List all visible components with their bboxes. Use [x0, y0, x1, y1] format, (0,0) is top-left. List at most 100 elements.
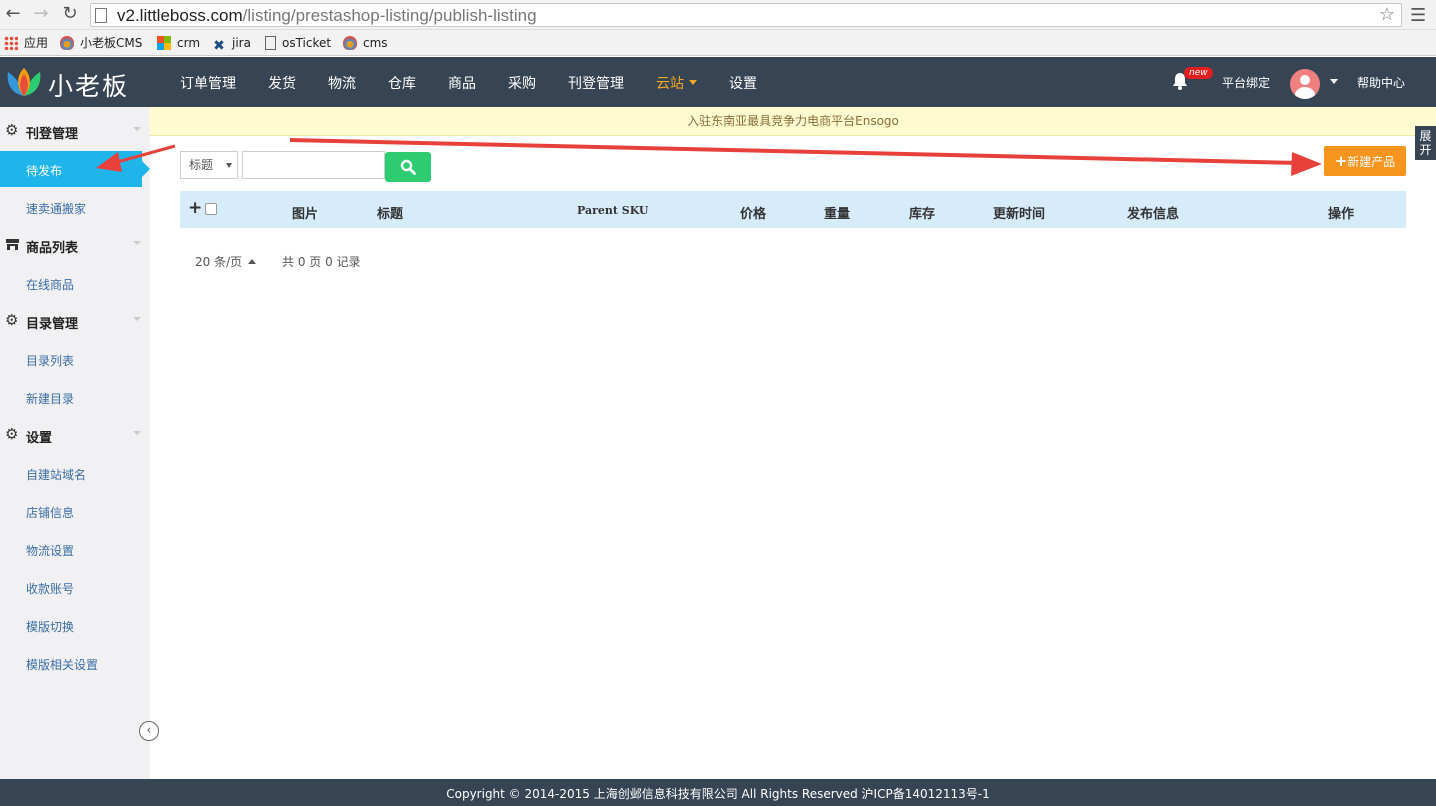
sidebar-item-label: 在线商品: [26, 278, 75, 292]
pagination-summary: 共 0 页 0 记录: [282, 255, 361, 269]
gear-icon: ⚙: [5, 425, 19, 443]
sidebar-item-custom-domain[interactable]: 自建站域名: [0, 455, 150, 491]
nav-cloud-site[interactable]: 云站: [656, 73, 697, 93]
avatar[interactable]: [1290, 69, 1320, 99]
select-all-checkbox[interactable]: [205, 203, 217, 215]
sidebar-item-catalog-list[interactable]: 目录列表: [0, 341, 150, 377]
logo-text[interactable]: 小老板: [48, 67, 129, 103]
nav-warehouse[interactable]: 仓库: [388, 73, 416, 93]
bookmark-apps[interactable]: 应用: [4, 35, 48, 51]
chevron-down-icon: [133, 241, 141, 245]
reload-icon[interactable]: ↻: [60, 4, 80, 24]
search-button[interactable]: [385, 152, 431, 182]
search-icon: [400, 159, 416, 175]
sidebar-item-new-catalog[interactable]: 新建目录: [0, 379, 150, 415]
column-header-actions: 操作: [1328, 207, 1355, 222]
chevron-down-icon: [133, 431, 141, 435]
search-field-select[interactable]: 标题: [180, 151, 238, 179]
nav-listing-management[interactable]: 刊登管理: [568, 73, 624, 93]
store-icon: [6, 239, 19, 250]
new-product-button[interactable]: +新建产品: [1324, 146, 1406, 176]
help-center-link[interactable]: 帮助中心: [1357, 74, 1405, 91]
sidebar: ⚙ 刊登管理 待发布 速卖通搬家 商品列表 在线商品 ⚙ 目录管理 目录列表 新…: [0, 107, 150, 779]
sidebar-item-logistics-settings[interactable]: 物流设置: [0, 531, 150, 567]
back-icon[interactable]: ←: [3, 4, 23, 24]
column-header-stock: 库存: [909, 207, 936, 222]
nav-order-management[interactable]: 订单管理: [180, 73, 236, 93]
address-bar[interactable]: v2.littleboss.com/listing/prestashop-lis…: [90, 3, 1402, 27]
sidebar-item-aliexpress-move[interactable]: 速卖通搬家: [0, 189, 150, 225]
nav-settings[interactable]: 设置: [729, 73, 757, 93]
column-header-parent-sku: Parent SKU: [577, 204, 649, 217]
search-input[interactable]: [242, 151, 385, 179]
document-icon: [265, 36, 276, 50]
gear-icon: ⚙: [5, 121, 19, 139]
collapse-sidebar-icon[interactable]: ‹: [139, 721, 159, 741]
chevron-down-icon: [226, 163, 232, 168]
sidebar-item-template-settings[interactable]: 模版相关设置: [0, 645, 150, 681]
sidebar-item-payment-account[interactable]: 收款账号: [0, 569, 150, 605]
sidebar-item-template-switch[interactable]: 模版切换: [0, 607, 150, 643]
bookmark-jira[interactable]: ✖ jira: [212, 35, 251, 54]
bookmark-osticket[interactable]: osTicket: [265, 35, 331, 51]
sidebar-group-label: 目录管理: [26, 317, 79, 332]
sidebar-group-settings[interactable]: ⚙ 设置: [0, 419, 150, 451]
browser-menu-icon[interactable]: ☰: [1410, 5, 1426, 26]
column-header-publish-info: 发布信息: [1127, 207, 1180, 222]
sidebar-item-label: 模版切换: [26, 620, 75, 634]
gear-icon: ⚙: [5, 311, 19, 329]
nav-products[interactable]: 商品: [448, 73, 476, 93]
column-header-image: 图片: [292, 207, 319, 222]
crm-icon: [157, 36, 171, 50]
sidebar-item-label: 模版相关设置: [26, 658, 99, 672]
chevron-down-icon: [133, 127, 141, 131]
plus-icon: +: [1334, 152, 1348, 170]
nav-shipping[interactable]: 发货: [268, 73, 296, 93]
chevron-up-icon: [248, 259, 257, 264]
sidebar-item-label: 待发布: [26, 164, 63, 178]
nav-purchasing[interactable]: 采购: [508, 73, 536, 93]
logo-icon: [7, 68, 41, 96]
bookmark-crm[interactable]: crm: [157, 35, 200, 51]
new-badge: new: [1184, 67, 1213, 79]
platform-bind-link[interactable]: 平台绑定: [1222, 74, 1270, 91]
sidebar-item-pending-publish[interactable]: 待发布: [0, 151, 150, 187]
sidebar-group-product-list[interactable]: 商品列表: [0, 229, 150, 261]
url-text: v2.littleboss.com/listing/prestashop-lis…: [117, 6, 537, 25]
sidebar-item-label: 物流设置: [26, 544, 75, 558]
jira-icon: ✖: [213, 38, 225, 54]
bookmark-cms[interactable]: cms: [343, 35, 388, 51]
column-header-price: 价格: [740, 207, 767, 222]
promo-notice[interactable]: 入驻东南亚最具竞争力电商平台Ensogo: [150, 107, 1436, 136]
sidebar-item-label: 自建站域名: [26, 468, 87, 482]
search-field-value: 标题: [189, 158, 214, 172]
bookmark-star-icon[interactable]: ☆: [1379, 4, 1395, 25]
browser-toolbar: ← → ↻ v2.littleboss.com/listing/prestash…: [0, 0, 1436, 30]
bookmark-littleboss-cms[interactable]: 小老板CMS: [60, 35, 142, 51]
sidebar-item-label: 目录列表: [26, 354, 75, 368]
column-header-weight: 重量: [824, 207, 851, 222]
sidebar-item-store-info[interactable]: 店铺信息: [0, 493, 150, 529]
footer-copyright: Copyright © 2014-2015 上海创邺信息科技有限公司 All R…: [0, 779, 1436, 806]
expand-all-icon[interactable]: +: [188, 200, 202, 217]
table-header: + 图片 标题 Parent SKU 价格 重量 库存 更新时间 发布信息 操作: [180, 191, 1406, 228]
chevron-down-icon: [689, 80, 697, 85]
sidebar-group-listing[interactable]: ⚙ 刊登管理: [0, 115, 150, 147]
lotus-icon: [343, 36, 357, 50]
apps-grid-icon: [4, 36, 18, 50]
sidebar-group-label: 设置: [26, 431, 53, 446]
sidebar-group-label: 刊登管理: [26, 127, 79, 142]
sidebar-group-catalog[interactable]: ⚙ 目录管理: [0, 305, 150, 337]
nav-logistics[interactable]: 物流: [328, 73, 356, 93]
forward-icon[interactable]: →: [31, 4, 51, 24]
annotation-arrow-right: [289, 138, 1322, 176]
nav-cloud-site-label: 云站: [656, 76, 684, 92]
chevron-down-icon[interactable]: [1330, 79, 1338, 84]
expand-tab[interactable]: 展开: [1415, 126, 1436, 160]
sidebar-item-online-products[interactable]: 在线商品: [0, 265, 150, 301]
sidebar-item-label: 店铺信息: [26, 506, 75, 520]
sidebar-item-label: 速卖通搬家: [26, 202, 87, 216]
new-product-label: 新建产品: [1347, 155, 1396, 169]
page-icon: [95, 8, 107, 23]
page-size-selector[interactable]: 20 条/页: [195, 253, 257, 270]
